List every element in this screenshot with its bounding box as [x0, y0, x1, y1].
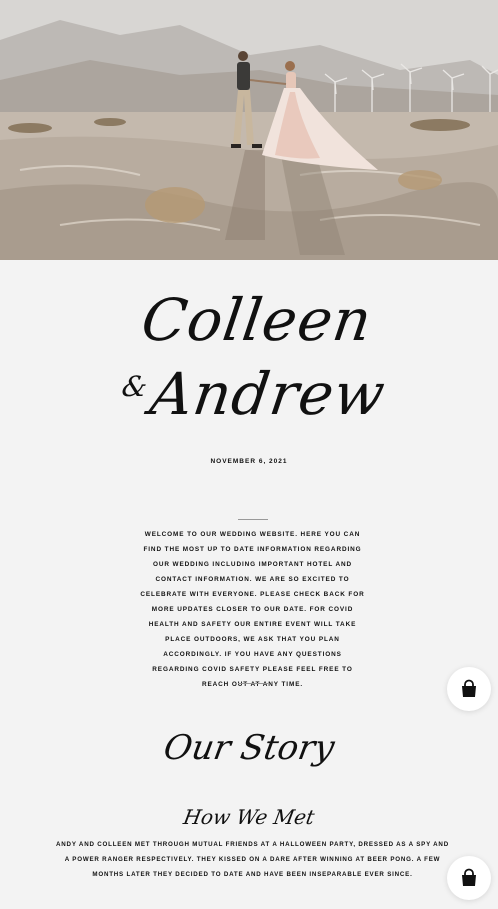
desert-scene [0, 0, 498, 260]
shopping-bag-icon [462, 868, 476, 886]
groom-name-line: &Andrew [0, 360, 498, 428]
hero-photo [0, 0, 498, 260]
how-we-met-text: Andy and Colleen met through mutual frie… [56, 841, 449, 878]
groom-name: Andrew [146, 360, 390, 428]
wedding-date: NOVEMBER 6, 2021 [210, 458, 288, 465]
ampersand: & [119, 370, 151, 403]
our-story-heading: Our Story [160, 728, 338, 768]
how-we-met-heading: How We Met [181, 805, 317, 829]
cart-button[interactable] [447, 667, 491, 711]
divider-bottom [238, 683, 268, 684]
shopping-bag-icon [462, 679, 476, 697]
divider-top [238, 519, 268, 520]
welcome-message: Welcome to our wedding website. Here you… [140, 531, 365, 688]
bride-name: Colleen [137, 286, 377, 354]
cart-button-bottom[interactable] [447, 856, 491, 900]
